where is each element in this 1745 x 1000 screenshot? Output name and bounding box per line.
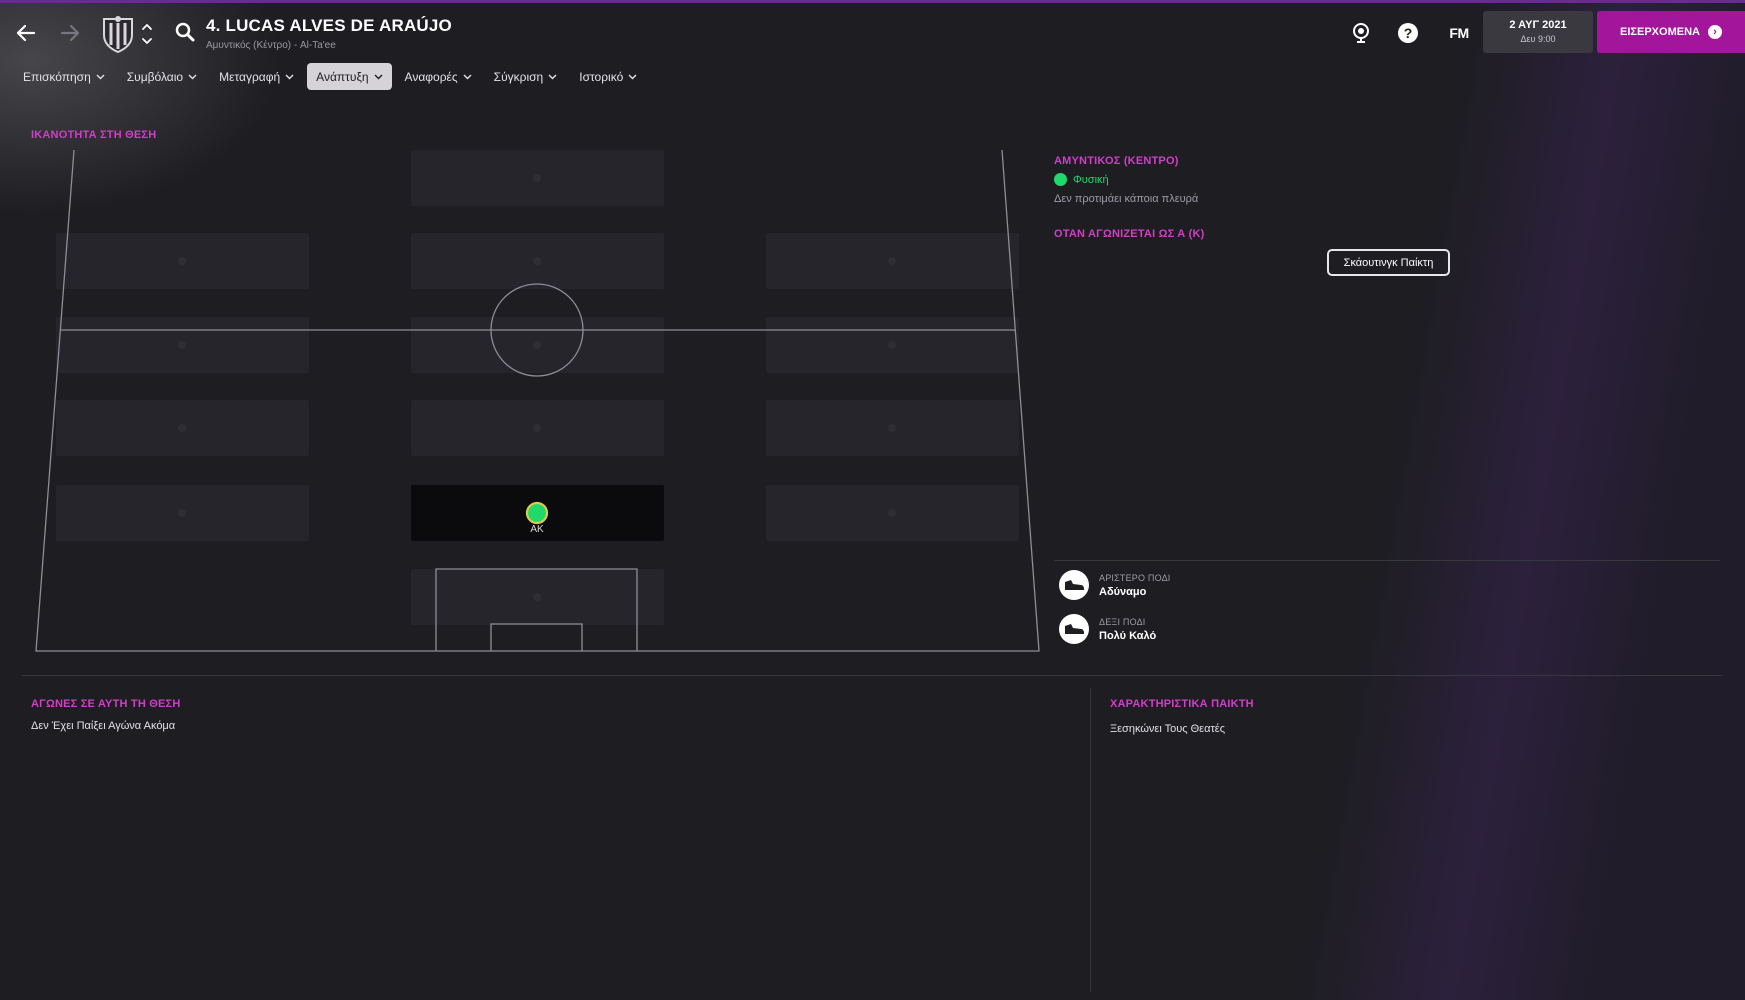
natural-rating-row: Φυσική — [1054, 173, 1109, 186]
tab-label: Επισκόπηση — [23, 69, 91, 84]
goal-box — [490, 623, 583, 651]
tab-label: Ανάπτυξη — [316, 69, 369, 84]
chevron-down-icon — [463, 74, 472, 79]
position-ability-title: ΙΚΑΝΟΤΗΤΑ ΣΤΗ ΘΕΣΗ — [31, 129, 157, 141]
tab-label: Μεταγραφή — [219, 69, 281, 84]
tab-transfer[interactable]: Μεταγραφή — [210, 63, 303, 90]
boot-icon — [1059, 614, 1089, 644]
sub-tabs: Επισκόπηση Συμβόλαιο Μεταγραφή Ανάπτυξη … — [14, 63, 646, 90]
search-icon[interactable] — [174, 21, 198, 45]
natural-label: Φυσική — [1073, 173, 1109, 186]
right-foot-caption: ΔΕΞΙ ΠΟΔΙ — [1099, 616, 1146, 627]
player-position-club[interactable]: Αμυντικός (Κέντρο) - Al-Ta'ee — [206, 40, 336, 51]
natural-dot-icon — [1054, 173, 1067, 186]
right-foot-row: ΔΕΞΙ ΠΟΔΙ Πολύ Καλό — [1059, 614, 1156, 644]
side-preference-text: Δεν προτιμάει κάποια πλευρά — [1054, 193, 1199, 205]
chevron-down-icon — [285, 74, 294, 79]
scout-player-button[interactable]: Σκάουτινγκ Παίκτη — [1327, 249, 1450, 276]
matches-text: Δεν Έχει Παίξει Αγώνα Ακόμα — [31, 720, 176, 732]
tab-history[interactable]: Ιστορικό — [570, 63, 646, 90]
tab-contract[interactable]: Συμβόλαιο — [118, 63, 206, 90]
help-glyph: ? — [1398, 23, 1418, 43]
current-date: 2 ΑΥΓ 2021 — [1509, 19, 1567, 31]
forward-arrow-icon[interactable] — [54, 17, 86, 49]
chevron-down-icon — [96, 74, 105, 79]
club-badge-icon[interactable] — [100, 15, 136, 54]
matches-title: ΑΓΩΝΕΣ ΣΕ ΑΥΤΗ ΤΗ ΘΕΣΗ — [31, 698, 181, 710]
left-foot-value: Αδύναμο — [1099, 585, 1147, 598]
section-divider — [22, 675, 1722, 676]
position-title: ΑΜΥΝΤΙΚΟΣ (ΚΕΝΤΡΟ) — [1054, 155, 1179, 167]
help-icon[interactable]: ? — [1396, 21, 1420, 45]
left-foot-row: ΑΡΙΣΤΕΡΟ ΠΟΔΙ Αδύναμο — [1059, 570, 1171, 600]
fm-logo-text: FM — [1449, 25, 1469, 41]
date-display[interactable]: 2 ΑΥΓ 2021 Δευ 9:00 — [1483, 11, 1593, 53]
tab-development[interactable]: Ανάπτυξη — [307, 63, 392, 90]
player-position-marker[interactable] — [525, 501, 549, 525]
chevron-down-icon — [628, 74, 637, 79]
chevron-down-icon — [188, 74, 197, 79]
header-bar: 4. LUCAS ALVES DE ARAÚJO Αμυντικός (Κέντ… — [0, 3, 1745, 61]
left-foot-caption: ΑΡΙΣΤΕΡΟ ΠΟΔΙ — [1099, 572, 1171, 583]
tab-label: Σύγκριση — [493, 69, 544, 84]
back-arrow-icon[interactable] — [10, 17, 42, 49]
chevron-down-icon — [548, 74, 557, 79]
feet-divider — [1054, 560, 1720, 561]
traits-title: ΧΑΡΑΚΤΗΡΙΣΤΙΚΑ ΠΑΙΚΤΗ — [1110, 698, 1254, 710]
tab-overview[interactable]: Επισκόπηση — [14, 63, 114, 90]
continue-button[interactable]: ΕΙΣΕΡΧΟΜΕΝΑ › — [1597, 11, 1745, 53]
right-foot-value: Πολύ Καλό — [1099, 629, 1157, 642]
tab-label: Συμβόλαιο — [126, 69, 184, 84]
current-time: Δευ 9:00 — [1520, 34, 1556, 44]
continue-label: ΕΙΣΕΡΧΟΜΕΝΑ — [1620, 26, 1700, 38]
tab-reports[interactable]: Αναφορές — [396, 63, 481, 90]
tab-label: Αναφορές — [404, 69, 458, 84]
pitch-diagram: ΑΚ — [35, 149, 1040, 652]
player-name-title: 4. LUCAS ALVES DE ARAÚJO — [206, 16, 452, 35]
chevron-down-icon — [374, 74, 383, 79]
player-position-label: ΑΚ — [530, 524, 544, 535]
when-playing-title: ΟΤΑΝ ΑΓΩΝΙΖΕΤΑΙ ΩΣ Α (Κ) — [1054, 228, 1205, 240]
fm-logo-icon[interactable]: FM — [1444, 21, 1474, 45]
tab-label: Ιστορικό — [579, 69, 624, 84]
player-switch-chevrons-icon[interactable] — [140, 19, 154, 49]
tab-comparison[interactable]: Σύγκριση — [485, 63, 567, 90]
boot-icon — [1059, 570, 1089, 600]
column-divider — [1090, 688, 1091, 992]
trait-item[interactable]: Ξεσηκώνει Τους Θεατές — [1110, 723, 1225, 735]
microphone-globe-icon[interactable] — [1349, 21, 1373, 45]
continue-arrow-icon: › — [1707, 25, 1722, 39]
